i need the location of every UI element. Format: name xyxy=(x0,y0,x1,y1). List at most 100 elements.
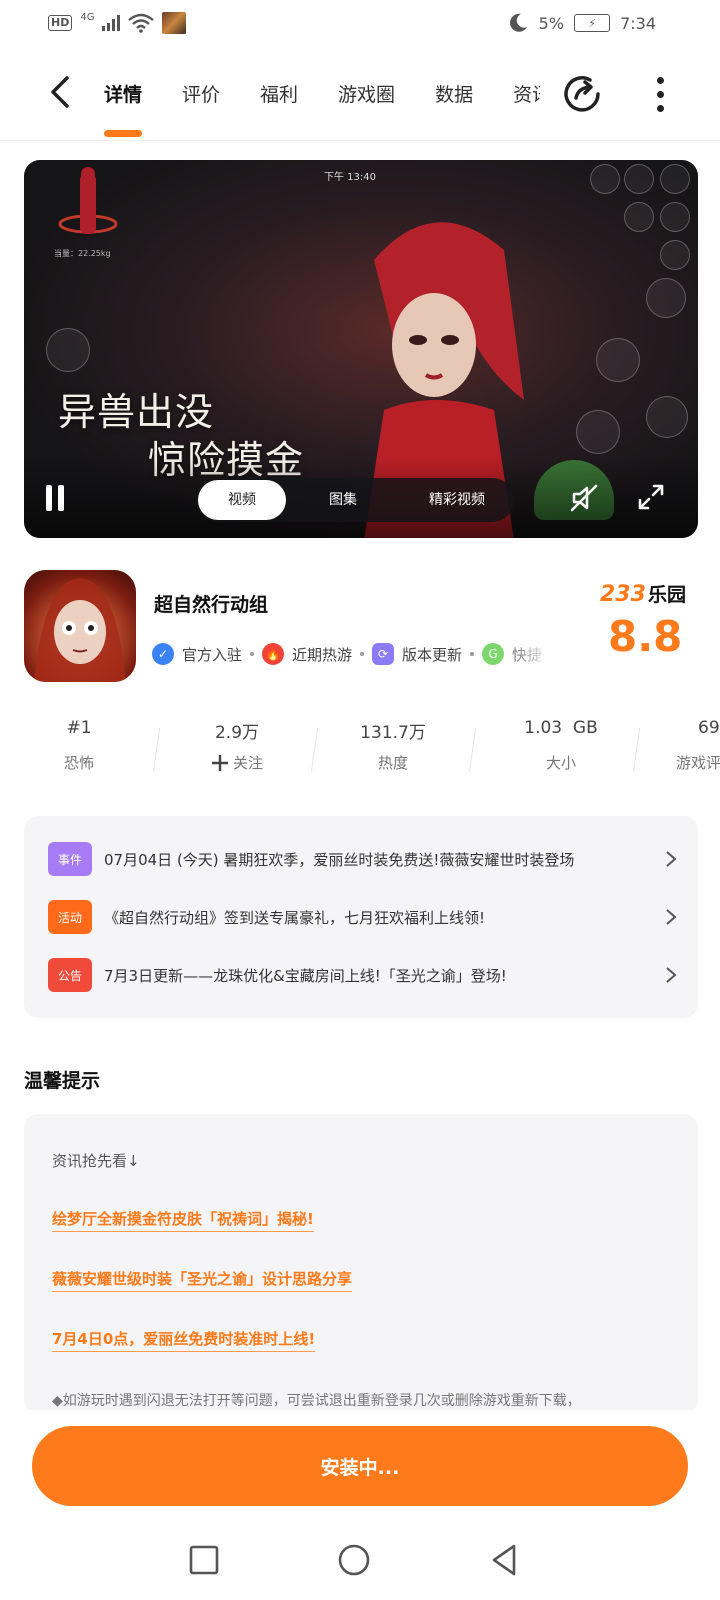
stat-label: 大小 xyxy=(545,754,576,772)
mute-icon xyxy=(570,484,598,512)
tag-separator xyxy=(250,652,255,656)
video-player[interactable]: 当量：22.25kg 下午 13:40 异兽出没 惊险摸金 视频 图集 精彩视频 xyxy=(24,160,698,538)
tag-official-label: 官方入驻 xyxy=(182,645,243,664)
nav-divider xyxy=(0,140,720,141)
status-right: 5% ⚡ 7:34 xyxy=(507,12,656,34)
stat-reviews[interactable]: 69 游戏评 xyxy=(650,718,720,773)
tab-news[interactable]: 资讯 xyxy=(513,80,540,137)
tag-update-label: 版本更新 xyxy=(402,645,463,664)
rating-brand: 233 乐园 xyxy=(600,580,686,607)
tips-link[interactable]: 薇薇安耀世级时装「圣光之谕」设计思路分享 xyxy=(52,1268,353,1292)
tips-link[interactable]: 7月4日0点，爱丽丝免费时装准时上线! xyxy=(52,1328,316,1352)
battery-percent: 5% xyxy=(538,13,565,33)
back-arrow-icon xyxy=(51,76,69,108)
stat-value: 131.7万 xyxy=(360,723,426,743)
hud-weight: 当量：22.25kg xyxy=(54,249,111,258)
notice-row[interactable]: 事件 07月04日 (今天) 暑期狂欢季，爱丽丝时装免费送!薇薇安耀世时装登场 xyxy=(48,840,682,878)
app-icon xyxy=(24,570,136,682)
notice-text: 07月04日 (今天) 暑期狂欢季，爱丽丝时装免费送!薇薇安耀世时装登场 xyxy=(104,850,575,869)
stat-label: 热度 xyxy=(377,754,408,772)
more-vertical-icon xyxy=(656,76,664,84)
tab-details[interactable]: 详情 xyxy=(104,80,143,137)
tips-card: 资讯抢先看↓ 绘梦厅全新摸金符皮肤「祝祷词」揭秘! 薇薇安耀世级时装「圣光之谕」… xyxy=(24,1114,698,1414)
tag-separator xyxy=(470,652,475,656)
stat-label: 恐怖 xyxy=(63,754,94,772)
rating-score[interactable]: 8.8 xyxy=(608,612,682,661)
hud-skill-icon xyxy=(646,278,686,318)
tags-fade xyxy=(500,640,564,672)
tag-trending-label: 近期热游 xyxy=(292,645,353,664)
install-button[interactable]: 安装中... xyxy=(32,1426,688,1506)
brand-number: 233 xyxy=(600,582,646,607)
flame-icon: 🔥 xyxy=(262,643,285,665)
hud-run-icon xyxy=(646,396,688,438)
hud-emote-icon xyxy=(624,202,654,232)
back-button[interactable] xyxy=(40,72,80,112)
tab-game-circle[interactable]: 游戏圈 xyxy=(338,80,395,137)
notice-row[interactable]: 活动 《超自然行动组》签到送专属豪礼，七月狂欢福利上线领! xyxy=(48,898,682,936)
refresh-icon: ⟳ xyxy=(372,643,395,665)
notice-text: 《超自然行动组》签到送专属豪礼，七月狂欢福利上线领! xyxy=(104,908,486,927)
plus-icon xyxy=(211,754,228,771)
hud-chat-icon xyxy=(660,202,690,232)
mute-button[interactable] xyxy=(568,482,600,514)
tab-data[interactable]: 数据 xyxy=(435,80,473,137)
tag-official[interactable]: ✓ 官方入驻 xyxy=(152,643,242,665)
verified-icon: ✓ xyxy=(152,643,174,665)
more-button[interactable] xyxy=(648,74,672,114)
media-tab-video[interactable]: 视频 xyxy=(198,480,286,520)
tips-link[interactable]: 绘梦厅全新摸金符皮肤「祝祷词」揭秘! xyxy=(52,1208,314,1232)
tab-bar: 详情 评价 福利 游戏圈 数据 资讯 xyxy=(104,80,540,137)
stat-heat[interactable]: 131.7万 热度 xyxy=(318,718,468,773)
tag-update[interactable]: ⟳ 版本更新 xyxy=(372,643,462,665)
stat-value: #1 xyxy=(66,718,92,738)
tag-trending[interactable]: 🔥 近期热游 xyxy=(262,643,352,665)
hud-action-icon xyxy=(596,338,640,382)
media-tab-gallery[interactable]: 图集 xyxy=(286,480,400,520)
notice-row[interactable]: 公告 7月3日更新——龙珠优化&宝藏房间上线!「圣光之谕」登场! xyxy=(48,956,682,994)
back-triangle-icon[interactable] xyxy=(486,1542,522,1578)
chevron-right-icon xyxy=(666,851,677,867)
tab-reviews[interactable]: 评价 xyxy=(182,80,220,137)
hud-body-status-icon xyxy=(58,167,118,234)
hud-item-icon xyxy=(576,410,620,454)
hud-map-icon xyxy=(660,240,690,270)
status-left: HD 4G xyxy=(48,12,187,34)
chevron-right-icon xyxy=(666,909,677,925)
tips-note: ◆如游玩时遇到闪退无法打开等问题，可尝试退出重新登录几次或删除游戏重新下载， xyxy=(52,1393,581,1409)
fullscreen-button[interactable] xyxy=(636,482,666,512)
hud-weapon-icon xyxy=(46,328,90,372)
wifi-icon xyxy=(128,13,155,33)
status-bar: HD 4G 5% ⚡ 7:34 xyxy=(0,0,720,50)
stat-label: 游戏评 xyxy=(676,754,720,772)
brand-text: 乐园 xyxy=(647,584,686,606)
hud-volume-icon xyxy=(590,164,620,194)
stats-row: #1 恐怖 2.9万 关注 131.7万 热度 1.03 GB 大小 69 游戏… xyxy=(0,718,720,788)
hud-mic-icon xyxy=(624,164,654,194)
fullscreen-icon xyxy=(638,484,664,510)
app-icon-art xyxy=(34,578,126,682)
stat-rank[interactable]: #1 恐怖 xyxy=(4,718,154,773)
battery-charging-icon: ⚡ xyxy=(574,14,611,32)
home-icon[interactable] xyxy=(336,1542,372,1578)
stat-follow[interactable]: 2.9万 关注 xyxy=(162,718,312,773)
hud-settings-icon xyxy=(660,164,690,194)
notification-thumbnail-icon xyxy=(162,12,187,34)
media-tab-highlights[interactable]: 精彩视频 xyxy=(400,480,514,520)
share-icon xyxy=(564,76,600,112)
tips-header: 资讯抢先看↓ xyxy=(52,1152,140,1170)
signal-icon xyxy=(102,15,121,31)
hd-badge: HD xyxy=(48,15,73,31)
notice-badge-announcement: 公告 xyxy=(48,958,92,992)
stat-value: 2.9万 xyxy=(214,723,260,743)
notice-badge-event: 事件 xyxy=(48,842,92,876)
bottom-action-bar: 安装中... xyxy=(0,1410,720,1520)
pause-button[interactable] xyxy=(46,485,70,511)
recent-apps-icon[interactable] xyxy=(186,1542,222,1578)
stat-size[interactable]: 1.03 GB 大小 xyxy=(486,718,636,773)
top-nav: 详情 评价 福利 游戏圈 数据 资讯 xyxy=(0,62,720,142)
tab-welfare[interactable]: 福利 xyxy=(260,80,298,137)
share-button[interactable] xyxy=(560,72,604,116)
notices-card: 事件 07月04日 (今天) 暑期狂欢季，爱丽丝时装免费送!薇薇安耀世时装登场 … xyxy=(24,816,698,1018)
app-name: 超自然行动组 xyxy=(154,594,269,616)
